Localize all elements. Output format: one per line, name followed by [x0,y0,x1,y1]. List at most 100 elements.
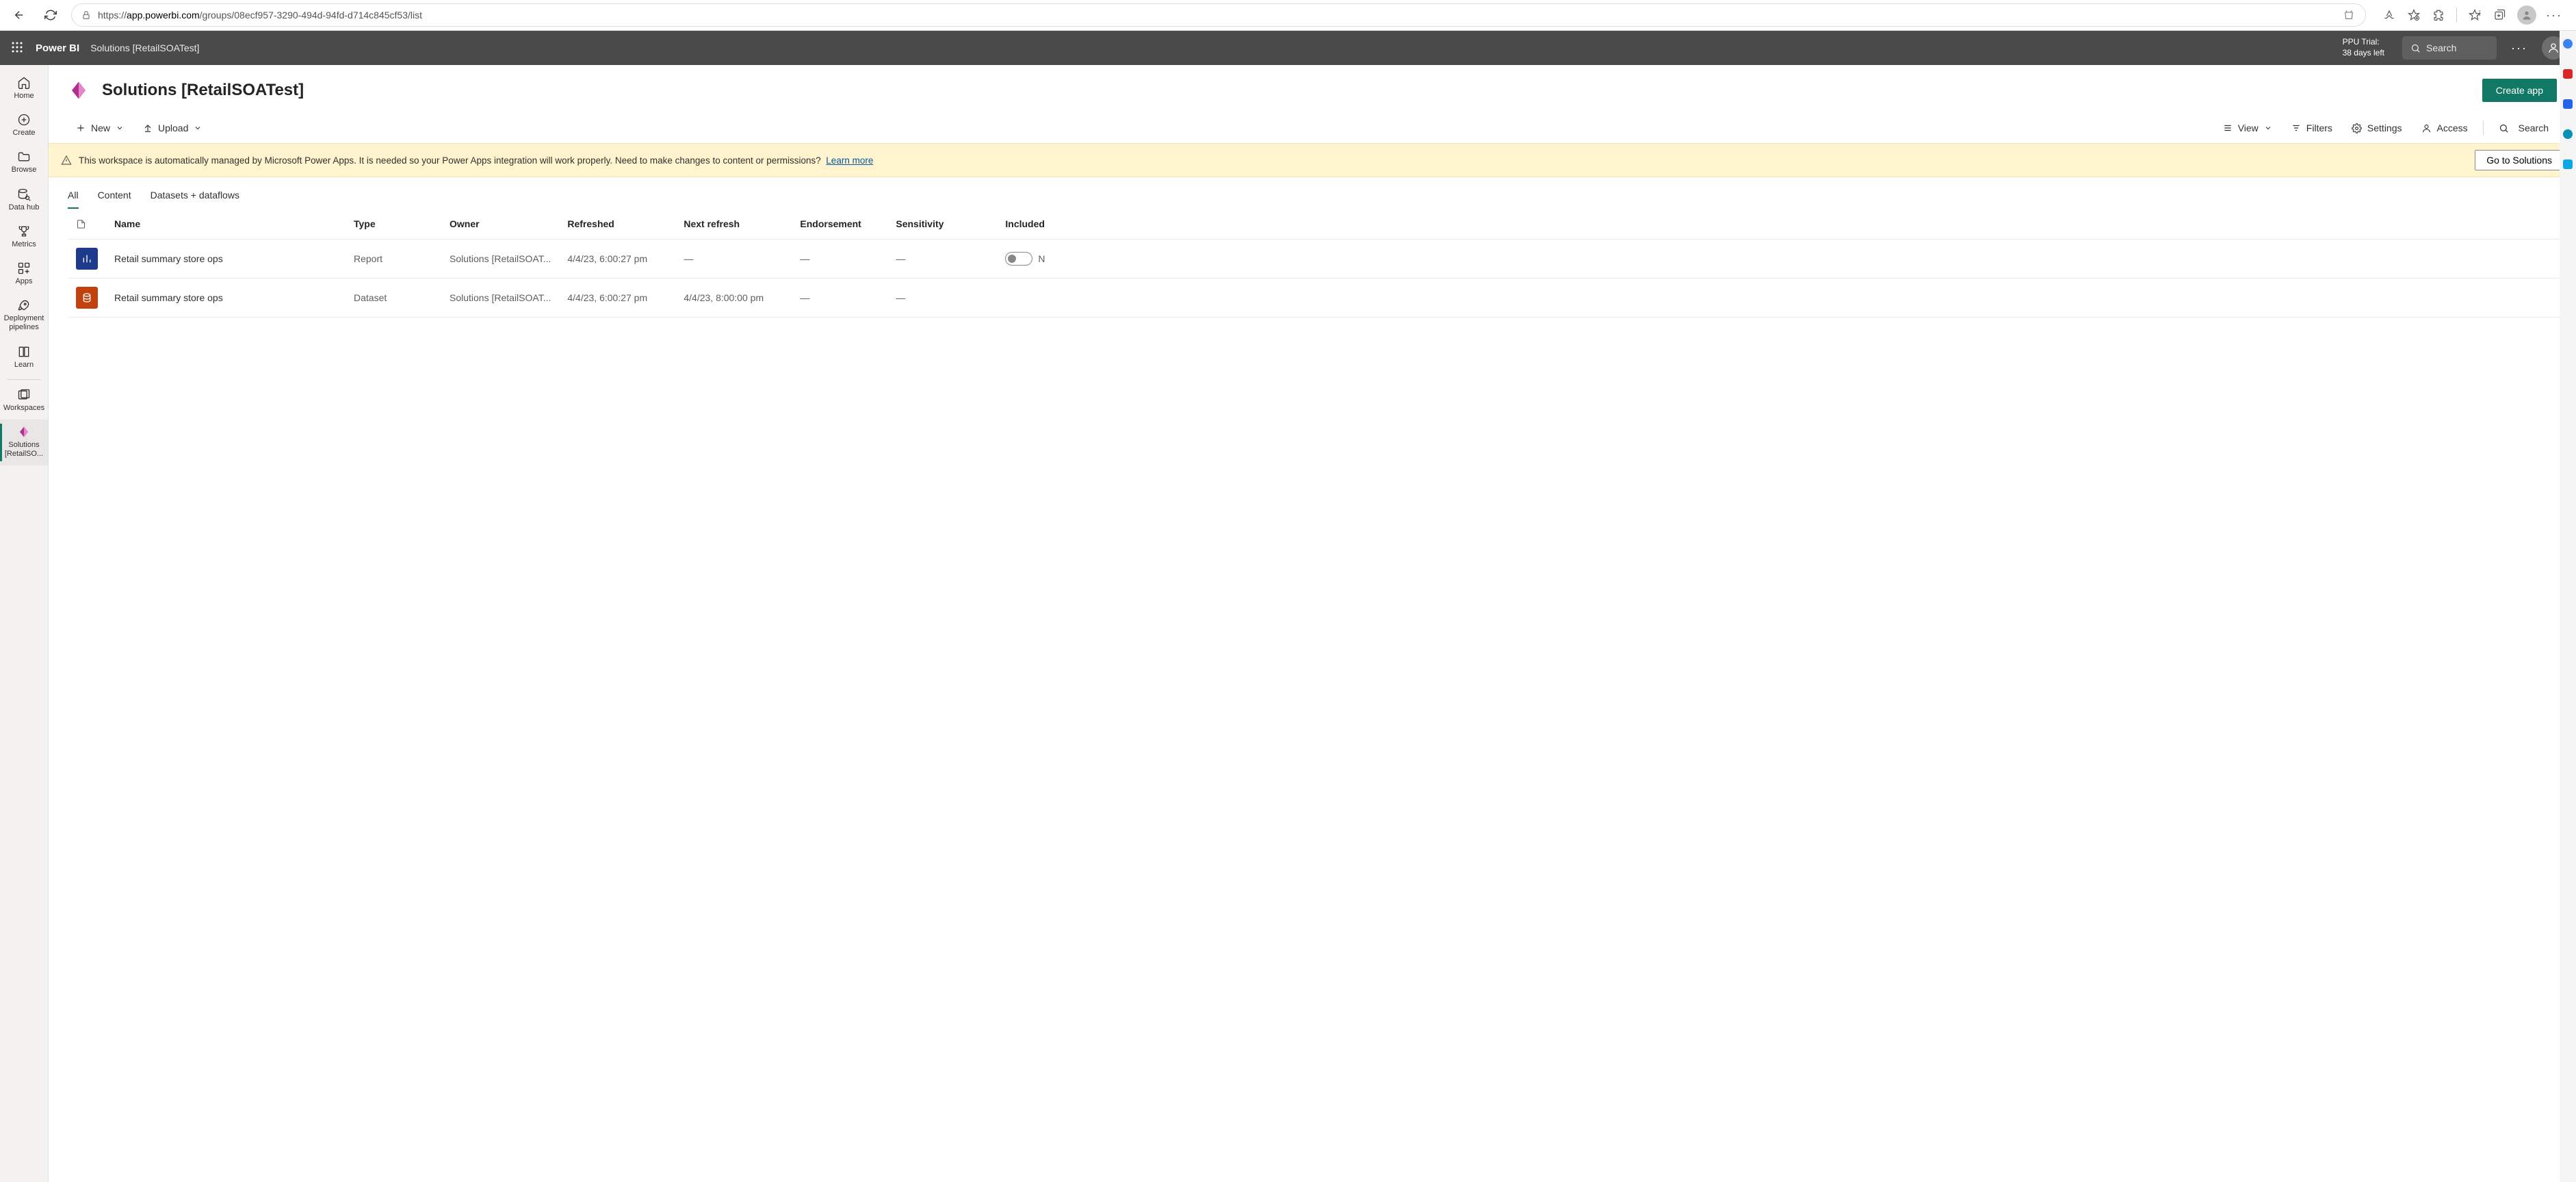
nav-metrics[interactable]: Metrics [0,219,48,256]
app-bar: Power BI Solutions [RetailSOATest] PPU T… [0,31,2576,65]
nav-home[interactable]: Home [0,70,48,107]
dataset-icon [76,287,98,309]
col-next-refresh[interactable]: Next refresh [675,209,792,240]
cell-refreshed: 4/4/23, 6:00:27 pm [559,279,675,318]
nav-data-hub[interactable]: Data hub [0,182,48,219]
toolbar-search[interactable]: Search [2490,118,2557,138]
url-bar[interactable]: https://app.powerbi.com/groups/08ecf957-… [71,3,2366,27]
tab-all[interactable]: All [68,190,79,209]
more-options-button[interactable]: ··· [2508,36,2531,60]
table-row[interactable]: Retail summary store opsDatasetSolutions… [68,279,2576,318]
app-context: Solutions [RetailSOATest] [90,42,199,53]
page-header: Solutions [RetailSOATest] Create app [49,65,2576,113]
table-row[interactable]: Retail summary store opsReportSolutions … [68,240,2576,279]
nav-current-workspace[interactable]: Solutions [RetailSO... [0,420,48,465]
edge-icon[interactable] [2563,99,2573,109]
powerapps-icon [17,425,31,439]
tab-content[interactable]: Content [98,190,131,209]
new-button[interactable]: New [68,118,132,138]
cell-next-refresh: 4/4/23, 8:00:00 pm [675,279,792,318]
browser-sidebar-edge [2560,31,2576,1182]
chrome-actions: ··· [2376,5,2568,25]
chevron-down-icon [116,124,124,132]
read-aloud-icon[interactable] [2382,8,2396,22]
tab-datasets-dataflows[interactable]: Datasets + dataflows [151,190,239,209]
plus-circle-icon [17,113,31,127]
cell-owner: Solutions [RetailSOAT... [441,279,559,318]
warning-icon [61,155,72,166]
access-button[interactable]: Access [2413,118,2476,138]
content-tabs: All Content Datasets + dataflows [49,177,2576,209]
favorite-icon[interactable] [2407,8,2421,22]
nav-create[interactable]: Create [0,107,48,144]
apps-icon [17,261,31,275]
search-placeholder: Search [2426,42,2456,53]
collections-icon[interactable] [2493,8,2506,22]
cell-endorsement: — [792,240,887,279]
nav-browse[interactable]: Browse [0,144,48,181]
app-launcher-icon[interactable] [11,41,25,55]
col-endorsement[interactable]: Endorsement [792,209,887,240]
cell-name[interactable]: Retail summary store ops [106,240,346,279]
toolbar-divider [2483,120,2484,136]
edge-icon[interactable] [2563,69,2573,79]
included-toggle[interactable] [1005,252,1032,266]
nav-deployment-pipelines[interactable]: Deployment pipelines [0,293,48,339]
info-banner: This workspace is automatically managed … [49,143,2576,177]
learn-more-link[interactable]: Learn more [826,155,873,166]
lock-icon [81,10,91,20]
view-button[interactable]: View [2215,118,2280,138]
chevron-down-icon [2264,124,2272,132]
workspaces-icon [17,388,31,402]
browser-chrome: https://app.powerbi.com/groups/08ecf957-… [0,0,2576,31]
nav-apps[interactable]: Apps [0,256,48,293]
refresh-button[interactable] [40,4,62,26]
edge-icon[interactable] [2563,39,2573,49]
col-owner[interactable]: Owner [441,209,559,240]
cell-included: N [997,240,2576,279]
settings-button[interactable]: Settings [2343,118,2410,138]
create-app-button[interactable]: Create app [2482,79,2557,102]
workspace-icon [68,79,90,101]
book-icon [17,345,31,359]
cell-next-refresh: — [675,240,792,279]
home-icon [17,76,31,90]
cell-name[interactable]: Retail summary store ops [106,279,346,318]
cell-owner: Solutions [RetailSOAT... [441,240,559,279]
trial-info: PPU Trial: 38 days left [2343,37,2384,58]
chevron-down-icon [194,124,202,132]
col-name[interactable]: Name [106,209,346,240]
shopping-icon[interactable] [2342,8,2356,22]
favorites-bar-icon[interactable] [2468,8,2482,22]
edge-icon[interactable] [2563,159,2573,169]
more-icon[interactable]: ··· [2547,8,2561,22]
edge-icon[interactable] [2563,129,2573,139]
report-icon [76,248,98,270]
cell-included [997,279,2576,318]
file-icon [76,219,86,229]
extensions-icon[interactable] [2432,8,2445,22]
app-brand[interactable]: Power BI [36,42,79,54]
col-icon-header [68,209,106,240]
go-to-solutions-button[interactable]: Go to Solutions [2475,150,2564,170]
cell-endorsement: — [792,279,887,318]
items-table-wrap: Name Type Owner Refreshed Next refresh E… [49,209,2576,1182]
nav-divider [7,379,41,380]
nav-learn[interactable]: Learn [0,339,48,376]
banner-text: This workspace is automatically managed … [79,155,2468,166]
col-sensitivity[interactable]: Sensitivity [887,209,997,240]
global-search[interactable]: Search [2402,36,2497,60]
divider [2456,8,2457,23]
page-title: Solutions [RetailSOATest] [102,81,2470,100]
col-type[interactable]: Type [346,209,441,240]
filters-button[interactable]: Filters [2283,118,2341,138]
back-button[interactable] [8,4,30,26]
upload-button[interactable]: Upload [135,118,210,138]
col-refreshed[interactable]: Refreshed [559,209,675,240]
col-included[interactable]: Included [997,209,2576,240]
toolbar: New Upload View Filters Settings [49,113,2576,143]
profile-avatar[interactable] [2517,5,2536,25]
nav-workspaces[interactable]: Workspaces [0,383,48,420]
cell-refreshed: 4/4/23, 6:00:27 pm [559,240,675,279]
url-text: https://app.powerbi.com/groups/08ecf957-… [98,10,2335,21]
